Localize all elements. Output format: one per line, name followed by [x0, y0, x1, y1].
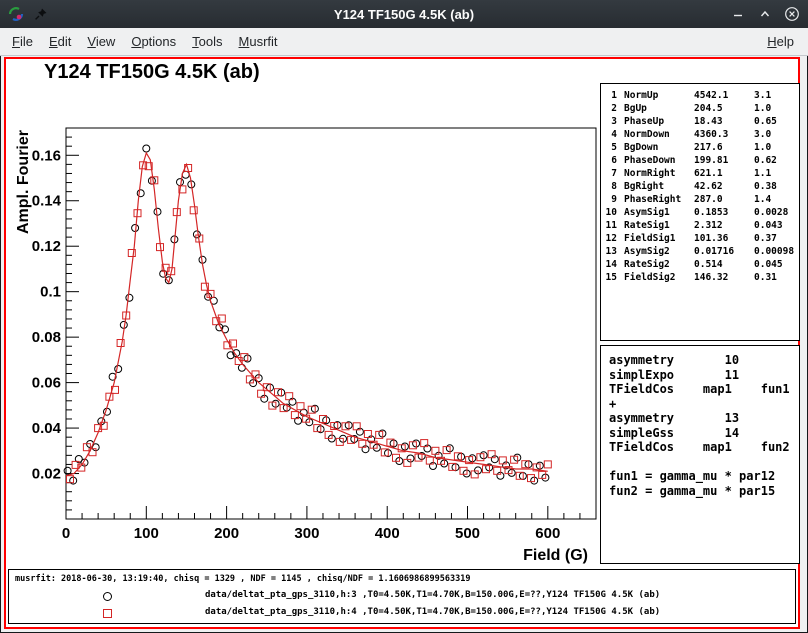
legend-row: data/deltat_pta_gps_3110,h:3 ,T0=4.50K,T… — [9, 589, 795, 605]
titlebar[interactable]: Y124 TF150G 4.5K (ab) — [0, 0, 808, 28]
fit-parameters-rows: 1NormUp4542.13.12BgUp204.51.03PhaseUp18.… — [601, 89, 799, 284]
fit-parameter-row: 8BgRight42.620.38 — [601, 180, 799, 193]
fit-parameter-row: 5BgDown217.61.0 — [601, 141, 799, 154]
fit-parameters-box[interactable]: 1NormUp4542.13.12BgUp204.51.03PhaseUp18.… — [600, 83, 800, 341]
fit-parameter-row: 7NormRight621.11.1 — [601, 167, 799, 180]
svg-text:200: 200 — [214, 525, 239, 542]
minimize-button[interactable] — [730, 6, 746, 22]
svg-text:0.1: 0.1 — [40, 284, 61, 301]
menu-item-view[interactable]: View — [79, 30, 123, 53]
legend-circle-marker — [103, 592, 112, 601]
legend-row: data/deltat_pta_gps_3110,h:4 ,T0=4.50K,T… — [9, 606, 795, 622]
legend-square-marker — [103, 609, 112, 618]
theory-box[interactable]: asymmetry 10 simplExpo 11 TFieldCos map1… — [600, 345, 800, 564]
pin-icon — [32, 5, 50, 23]
fit-parameter-row: 4NormDown4360.33.0 — [601, 128, 799, 141]
maximize-button[interactable] — [757, 6, 773, 22]
menu-item-file[interactable]: File — [4, 30, 41, 53]
fit-parameter-row: 13AsymSig20.017160.00098 — [601, 245, 799, 258]
menu-item-options[interactable]: Options — [123, 30, 184, 53]
svg-text:0.02: 0.02 — [32, 466, 61, 483]
fit-parameter-row: 9PhaseRight287.01.4 — [601, 193, 799, 206]
svg-text:0.16: 0.16 — [32, 147, 61, 164]
menu-item-tools[interactable]: Tools — [184, 30, 230, 53]
svg-text:0.12: 0.12 — [32, 238, 61, 255]
svg-text:400: 400 — [375, 525, 400, 542]
fit-parameter-row: 15FieldSig2146.320.31 — [601, 271, 799, 284]
menu-item-edit[interactable]: Edit — [41, 30, 79, 53]
plot-title: Y124 TF150G 4.5K (ab) — [44, 61, 260, 84]
fit-parameter-row: 1NormUp4542.13.1 — [601, 89, 799, 102]
app-icon — [7, 5, 25, 23]
window-title: Y124 TF150G 4.5K (ab) — [0, 7, 808, 22]
menu-bar: FileEditViewOptionsToolsMusrfit Help — [0, 28, 808, 56]
x-axis-title: Field (G) — [523, 547, 588, 564]
close-button[interactable] — [784, 6, 800, 22]
plot-frame — [66, 128, 596, 519]
fit-parameter-row: 2BgUp204.51.0 — [601, 102, 799, 115]
root-canvas[interactable]: 0 100 200 300 400 500 600 0.02 0.04 0.06 0.08 0.1 0.… — [4, 57, 800, 629]
svg-text:0: 0 — [62, 525, 70, 542]
fit-parameter-row: 14RateSig20.5140.045 — [601, 258, 799, 271]
legend-label: data/deltat_pta_gps_3110,h:3 ,T0=4.50K,T… — [205, 590, 660, 600]
fit-info-line: musrfit: 2018-06-30, 13:19:40, chisq = 1… — [15, 574, 470, 584]
y-axis-title: Ampl. Fourier — [15, 130, 32, 234]
fit-parameter-row: 11RateSig12.3120.043 — [601, 219, 799, 232]
svg-text:0.14: 0.14 — [32, 193, 62, 210]
svg-text:600: 600 — [535, 525, 560, 542]
info-legend-box[interactable]: musrfit: 2018-06-30, 13:19:40, chisq = 1… — [8, 569, 796, 624]
svg-text:0.06: 0.06 — [32, 375, 61, 392]
fit-parameter-row: 3PhaseUp18.430.65 — [601, 115, 799, 128]
svg-text:0.08: 0.08 — [32, 329, 61, 346]
fit-parameter-row: 10AsymSig10.18530.0028 — [601, 206, 799, 219]
svg-text:100: 100 — [134, 525, 159, 542]
svg-text:300: 300 — [294, 525, 319, 542]
menu-right: Help — [759, 30, 808, 53]
theory-text: asymmetry 10 simplExpo 11 TFieldCos map1… — [601, 346, 799, 498]
menu-item-musrfit[interactable]: Musrfit — [231, 30, 286, 53]
menu-item-help[interactable]: Help — [759, 30, 802, 53]
svg-text:500: 500 — [455, 525, 480, 542]
svg-text:0.04: 0.04 — [32, 420, 62, 437]
legend-label: data/deltat_pta_gps_3110,h:4 ,T0=4.50K,T… — [205, 607, 660, 617]
fit-parameter-row: 6PhaseDown199.810.62 — [601, 154, 799, 167]
fit-parameter-row: 12FieldSig1101.360.37 — [601, 232, 799, 245]
menu-left: FileEditViewOptionsToolsMusrfit — [0, 30, 286, 53]
